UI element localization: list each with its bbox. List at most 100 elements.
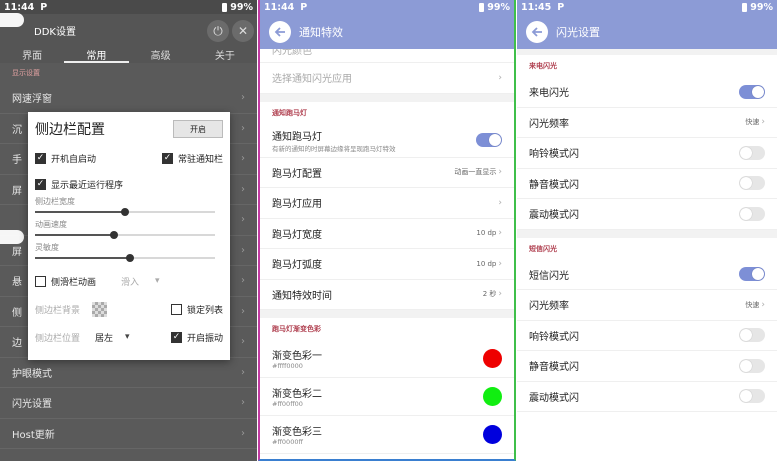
chevron-right-icon: › [498,289,502,300]
list-item-label: 跑马灯弧度 [272,260,322,272]
ring-mode-row[interactable]: 响铃模式闪 [517,321,777,351]
vibrate-mode-toggle[interactable] [739,389,765,404]
background-pattern-icon[interactable] [92,301,107,317]
marquee-config-row[interactable]: 跑马灯配置 动画一直显示 › [260,158,514,188]
section-display: 显示设置 [12,69,40,77]
list-item-label: 闪光频率 [529,118,569,130]
list-item[interactable]: Host更新 › [0,419,257,449]
color-swatch[interactable] [483,387,502,406]
sidebar-config-dialog: 侧边栏配置 开启 ✓ 开机自启动 ✓ 常驻通知栏 ✓ 显示最近运行程序 侧边栏宽… [28,112,230,360]
list-item-subtitle: 有新的通知的时屏幕边缘将呈现跑马灯特效 [272,144,396,153]
list-item[interactable]: 闪光设置 › [0,388,257,419]
app-bar: 闪光设置 [517,14,777,49]
status-p-icon: P [40,1,48,13]
slide-anim-checkbox[interactable] [35,275,46,287]
list-item-label: 响铃模式闪 [529,149,579,161]
vibrate-mode-toggle[interactable] [739,206,765,221]
list-item[interactable]: 网速浮窗 › [0,83,257,114]
sms-flash-toggle[interactable] [739,267,765,282]
boot-checkbox[interactable]: ✓ [35,152,46,164]
call-flash-row[interactable]: 来电闪光 [517,77,777,108]
speed-slider-label: 动画速度 [35,220,67,229]
list-item-value: 10 dp [476,259,497,268]
silent-mode-row[interactable]: 静音模式闪 [517,169,777,199]
sidebar-handle-top[interactable] [0,13,24,27]
list-item-partial[interactable]: 闪光颜色 [260,49,514,63]
effect-time-row[interactable]: 通知特效时间 2 秒 › [260,280,514,310]
position-select[interactable]: 居左 [95,331,113,344]
lock-list-checkbox[interactable] [170,303,182,315]
list-item-label: 悬 [12,277,22,289]
gradient-color-row[interactable]: 渐变色彩二 #ff00ff00 [260,378,514,416]
list-item-text: 渐变色彩二 #ff00ff00 [272,385,483,408]
list-item-label: 网速浮窗 [12,94,52,106]
list-item-text: 通知跑马灯 有新的通知的时屏幕边缘将呈现跑马灯特效 [272,128,476,153]
anim-select[interactable]: 滑入 [121,275,139,288]
status-time: 11:44 [4,1,35,13]
close-icon[interactable]: ✕ [232,20,254,42]
list-item-value: 快速 [745,118,760,127]
silent-mode-toggle[interactable] [739,358,765,373]
silent-mode-row[interactable]: 静音模式闪 [517,351,777,382]
tab-common[interactable]: 常用 [64,47,129,63]
marquee-toggle[interactable] [476,133,502,147]
tab-about[interactable]: 关于 [193,47,257,63]
color-swatch[interactable] [483,425,502,444]
marquee-apps-row[interactable]: 跑马灯应用 › [260,188,514,219]
vibrate-mode-row[interactable]: 震动模式闪 [517,382,777,412]
list-item[interactable]: 护眼模式 › [0,358,257,388]
call-flash-toggle[interactable] [739,84,765,99]
tab-advanced[interactable]: 高级 [129,47,193,63]
notify-label: 常驻通知栏 [177,154,223,165]
sensitivity-slider[interactable] [35,253,223,263]
width-slider[interactable] [35,207,223,217]
recent-apps-checkbox[interactable]: ✓ [35,178,46,190]
color-swatch[interactable] [483,349,502,368]
section-call-flash: 来电闪光 [529,62,557,70]
sms-flash-row[interactable]: 短信闪光 [517,260,777,290]
back-button[interactable] [526,20,548,43]
background-row: 侧边栏背景 锁定列表 [35,299,223,319]
flash-frequency-row[interactable]: 闪光频率 快速 › [517,290,777,321]
select-app-row[interactable]: 选择通知闪光应用 › [260,63,514,94]
color-hex: #ff0000ff [272,438,303,446]
status-time: 11:45 [521,1,552,13]
power-icon[interactable]: ⏻ [207,20,229,42]
list-item-label: 来电闪光 [529,88,569,100]
flash-frequency-row[interactable]: 闪光频率 快速 › [517,108,777,138]
status-battery: 99% [230,1,253,13]
checkbox-row: ✓ 显示最近运行程序 [35,174,223,194]
list-item-label: 静音模式闪 [529,362,579,374]
vibrate-mode-row[interactable]: 震动模式闪 [517,199,777,230]
recent-apps-label: 显示最近运行程序 [51,180,124,191]
marquee-arc-row[interactable]: 跑马灯弧度 10 dp › [260,249,514,280]
vibrate-checkbox[interactable]: ✓ [170,331,182,343]
notify-checkbox[interactable]: ✓ [161,152,173,164]
gradient-color-row[interactable]: 渐变色彩三 #ff0000ff [260,416,514,454]
silent-mode-toggle[interactable] [739,176,765,191]
bg-label: 侧边栏背景 [35,305,81,316]
sidebar-handle-middle[interactable] [0,230,24,244]
speed-slider[interactable] [35,230,223,240]
marquee-width-row[interactable]: 跑马灯宽度 10 dp › [260,219,514,249]
ring-mode-toggle[interactable] [739,145,765,160]
list-item-label: 沉 [12,124,22,136]
tab-interface[interactable]: 界面 [0,47,64,63]
position-row: 侧边栏位置 居左 ▾ ✓ 开启振动 [35,327,223,347]
list-item-label: 响铃模式闪 [529,331,579,343]
list-item-value: 2 秒 [482,290,497,299]
list-item-label: 边 [12,338,22,350]
back-button[interactable] [269,20,291,43]
list-item-value: 动画一直显示 [454,168,497,177]
chevron-right-icon: › [241,214,245,226]
ring-mode-toggle[interactable] [739,328,765,343]
enable-button[interactable]: 开启 [173,120,223,138]
chevron-right-icon: › [498,72,502,83]
gradient-color-row[interactable]: 渐变色彩一 #ffff0000 [260,340,514,378]
ring-mode-row[interactable]: 响铃模式闪 [517,138,777,169]
marquee-toggle-row[interactable]: 通知跑马灯 有新的通知的时屏幕边缘将呈现跑马灯特效 [260,124,514,158]
chevron-right-icon: › [761,299,765,310]
list-item-label: 跑马灯配置 [272,168,322,180]
chevron-right-icon: › [498,258,502,269]
checkbox-row: ✓ 开机自启动 ✓ 常驻通知栏 [35,148,223,168]
